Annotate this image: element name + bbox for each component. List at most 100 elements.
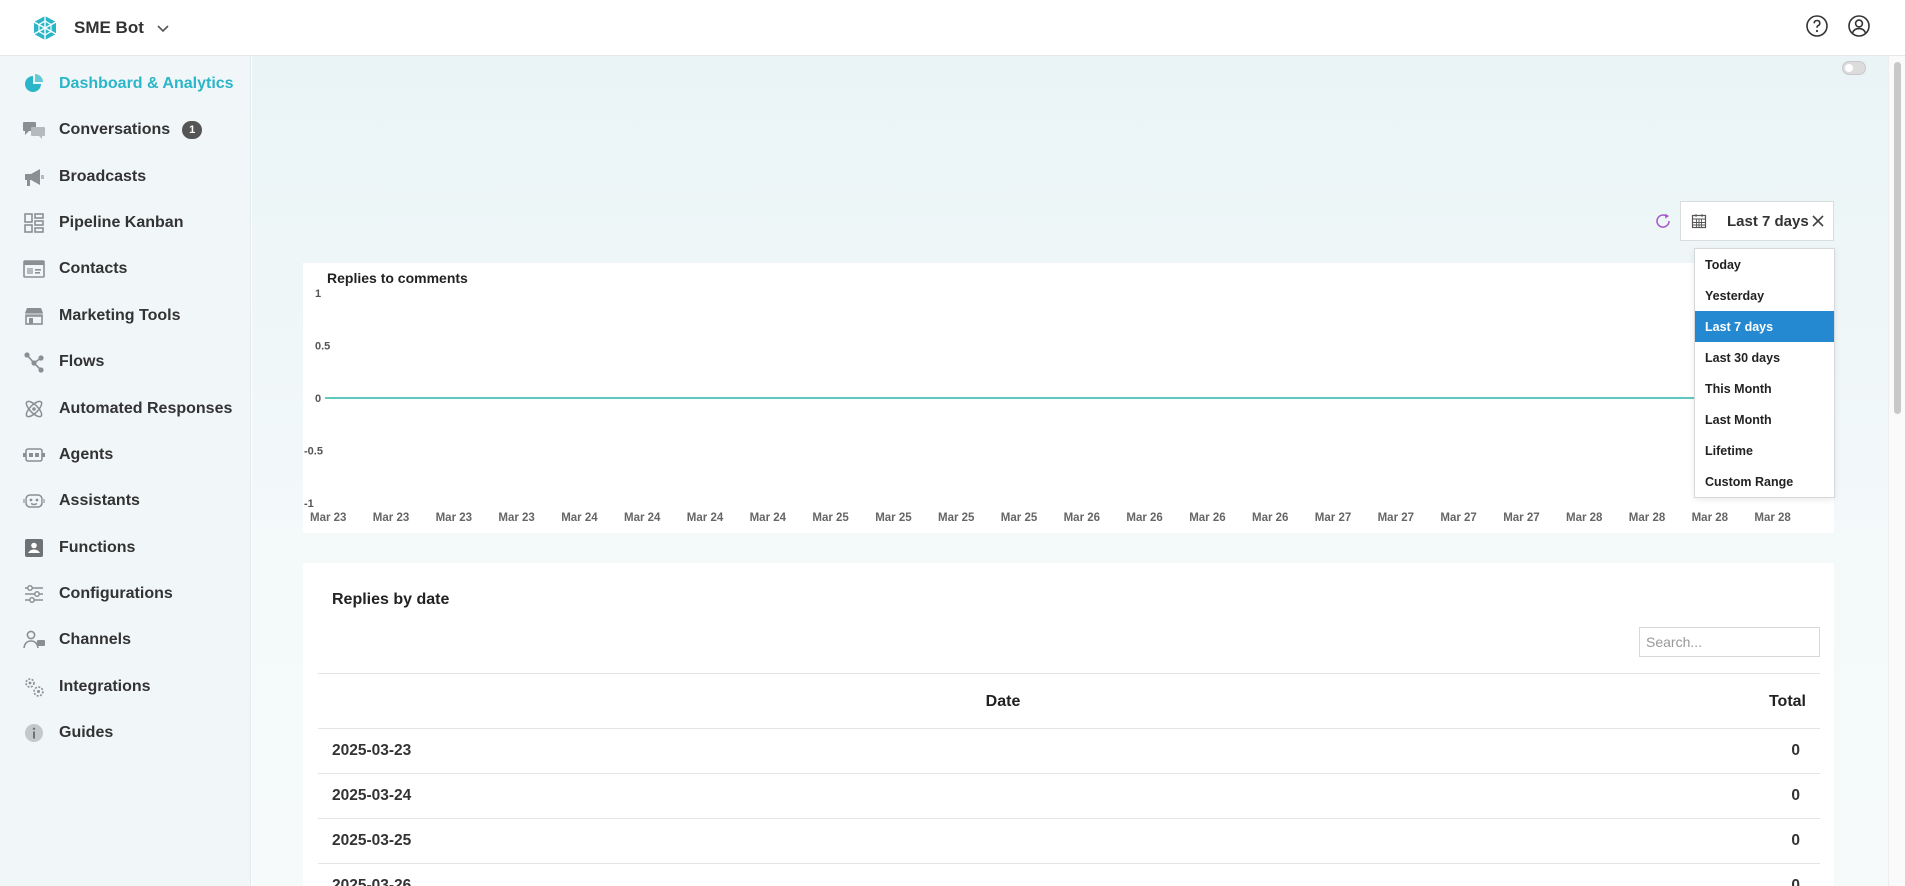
date-range-option[interactable]: Today <box>1695 249 1834 280</box>
date-range-value: Last 7 days <box>1727 212 1809 230</box>
sidebar-item-label: Contacts <box>59 260 128 277</box>
scrollbar-thumb[interactable] <box>1894 62 1901 414</box>
x-tick-label: Mar 27 <box>1503 512 1539 524</box>
y-tick-label: 0.5 <box>315 341 330 353</box>
date-range-option[interactable]: This Month <box>1695 373 1834 404</box>
sidebar-item-contacts[interactable]: Contacts <box>22 255 127 283</box>
sidebar-item-guides[interactable]: Guides <box>22 719 113 747</box>
sidebar-item-label: Guides <box>59 724 114 741</box>
calendar-icon <box>1691 214 1707 229</box>
storefront-icon <box>25 308 43 325</box>
y-tick-label: -0.5 <box>304 446 323 458</box>
gears-icon <box>25 678 44 697</box>
workspace-switcher[interactable]: SME Bot <box>32 15 170 41</box>
sidebar-item-flows[interactable]: Flows <box>22 348 104 376</box>
x-tick-label: Mar 23 <box>373 512 409 524</box>
sidebar-item-functions[interactable]: Functions <box>22 534 135 562</box>
pie-chart-icon <box>25 74 43 92</box>
channels-icon <box>23 630 45 649</box>
replies-line-chart: 1 0.5 0 -0.5 -1 Mar 23 Mar 23 Mar 23 Mar 23 Mar 2… <box>304 288 1823 524</box>
chevron-down-icon[interactable] <box>156 21 170 35</box>
date-range-option[interactable]: Yesterday <box>1695 280 1834 311</box>
x-tick-label: Mar 25 <box>812 512 849 524</box>
help-icon[interactable] <box>1805 14 1829 38</box>
sidebar-item-label: Conversations <box>59 121 171 138</box>
sidebar-item-marketing-tools[interactable]: Marketing Tools <box>22 302 181 330</box>
assistant-icon <box>23 494 45 508</box>
column-header-date[interactable]: Date <box>318 693 1688 711</box>
x-tick-label: Mar 27 <box>1378 512 1414 524</box>
sidebar-item-label: Assistants <box>59 492 140 509</box>
x-tick-label: Mar 24 <box>750 512 787 524</box>
sidebar-item-automated-responses[interactable]: Automated Responses <box>22 395 232 423</box>
megaphone-icon <box>25 169 44 186</box>
x-tick-label: Mar 26 <box>1126 512 1162 524</box>
sidebar-item-label: Configurations <box>59 585 173 602</box>
x-tick-label: Mar 27 <box>1440 512 1476 524</box>
date-range-option[interactable]: Custom Range <box>1695 467 1834 498</box>
sidebar-item-label: Dashboard & Analytics <box>59 75 234 92</box>
table-title: Replies by date <box>332 591 450 608</box>
date-range-picker[interactable]: Last 7 days <box>1680 201 1834 241</box>
x-tick-label: Mar 25 <box>1001 512 1038 524</box>
cell-total: 0 <box>1791 832 1800 849</box>
sidebar-item-label: Channels <box>59 631 132 648</box>
app-name: SME Bot <box>74 17 144 37</box>
main-content: Last 7 days Replies to comments 1 0.5 0 -0.… <box>252 56 1888 886</box>
sidebar-item-label: Automated Responses <box>59 400 233 417</box>
sidebar-item-dashboard-analytics[interactable]: Dashboard & Analytics <box>22 70 234 98</box>
cell-total: 0 <box>1791 877 1800 886</box>
x-tick-label: Mar 26 <box>1252 512 1288 524</box>
x-tick-label: Mar 26 <box>1064 512 1100 524</box>
sidebar-item-integrations[interactable]: Integrations <box>22 673 151 701</box>
sidebar-item-label: Pipeline Kanban <box>59 214 184 231</box>
x-tick-label: Mar 28 <box>1692 512 1729 524</box>
table-row: 2025-03-23 0 <box>318 729 1820 774</box>
sidebar-item-broadcasts[interactable]: Broadcasts <box>22 163 146 191</box>
x-tick-label: Mar 25 <box>875 512 912 524</box>
sidebar-item-agents[interactable]: Agents <box>22 441 113 469</box>
sidebar-item-label: Functions <box>59 539 136 556</box>
close-icon[interactable] <box>1811 214 1825 228</box>
logo-icon <box>33 15 57 40</box>
x-tick-label: Mar 28 <box>1566 512 1603 524</box>
search-input[interactable] <box>1639 627 1820 657</box>
column-header-total[interactable]: Total <box>1769 693 1806 711</box>
refresh-icon[interactable] <box>1654 212 1672 230</box>
cell-total: 0 <box>1791 742 1800 759</box>
top-header: SME Bot <box>0 0 1905 56</box>
x-tick-label: Mar 24 <box>687 512 724 524</box>
table-row: 2025-03-26 0 <box>318 864 1820 886</box>
date-range-option[interactable]: Lifetime <box>1695 436 1834 467</box>
sidebar-item-conversations[interactable]: Conversations 1 <box>22 116 203 144</box>
info-icon <box>25 724 43 742</box>
cell-date: 2025-03-24 <box>332 787 412 804</box>
date-range-dropdown: Today Yesterday Last 7 days Last 30 days Thi… <box>1694 248 1835 498</box>
page-scrollbar[interactable] <box>1888 56 1905 886</box>
sidebar-item-label: Flows <box>59 353 105 370</box>
sidebar-item-assistants[interactable]: Assistants <box>22 487 140 515</box>
y-tick-label: -1 <box>304 498 314 510</box>
date-range-option[interactable]: Last 7 days <box>1695 311 1834 343</box>
cell-date: 2025-03-25 <box>332 832 412 849</box>
flow-icon <box>24 352 44 373</box>
theme-toggle[interactable] <box>1842 61 1866 75</box>
atom-icon <box>25 400 43 418</box>
replies-table-card: Replies by date Date Total 2025-03-23 0 … <box>303 563 1834 886</box>
sidebar-item-pipeline-kanban[interactable]: Pipeline Kanban <box>22 209 183 237</box>
robot-icon <box>23 448 45 462</box>
table-row: 2025-03-25 0 <box>318 819 1820 864</box>
sidebar-item-label: Broadcasts <box>59 168 147 185</box>
x-tick-label: Mar 28 <box>1754 512 1791 524</box>
date-range-option[interactable]: Last 30 days <box>1695 342 1834 373</box>
date-range-option[interactable]: Last Month <box>1695 404 1834 435</box>
cell-date: 2025-03-23 <box>332 742 412 759</box>
x-tick-label: Mar 23 <box>310 512 346 524</box>
sidebar-item-channels[interactable]: Channels <box>22 626 131 654</box>
sidebar-item-configurations[interactable]: Configurations <box>22 580 173 608</box>
cell-date: 2025-03-26 <box>332 877 412 886</box>
table-row: 2025-03-24 0 <box>318 774 1820 819</box>
x-tick-label: Mar 24 <box>561 512 598 524</box>
x-tick-label: Mar 26 <box>1189 512 1225 524</box>
user-icon[interactable] <box>1847 14 1871 38</box>
